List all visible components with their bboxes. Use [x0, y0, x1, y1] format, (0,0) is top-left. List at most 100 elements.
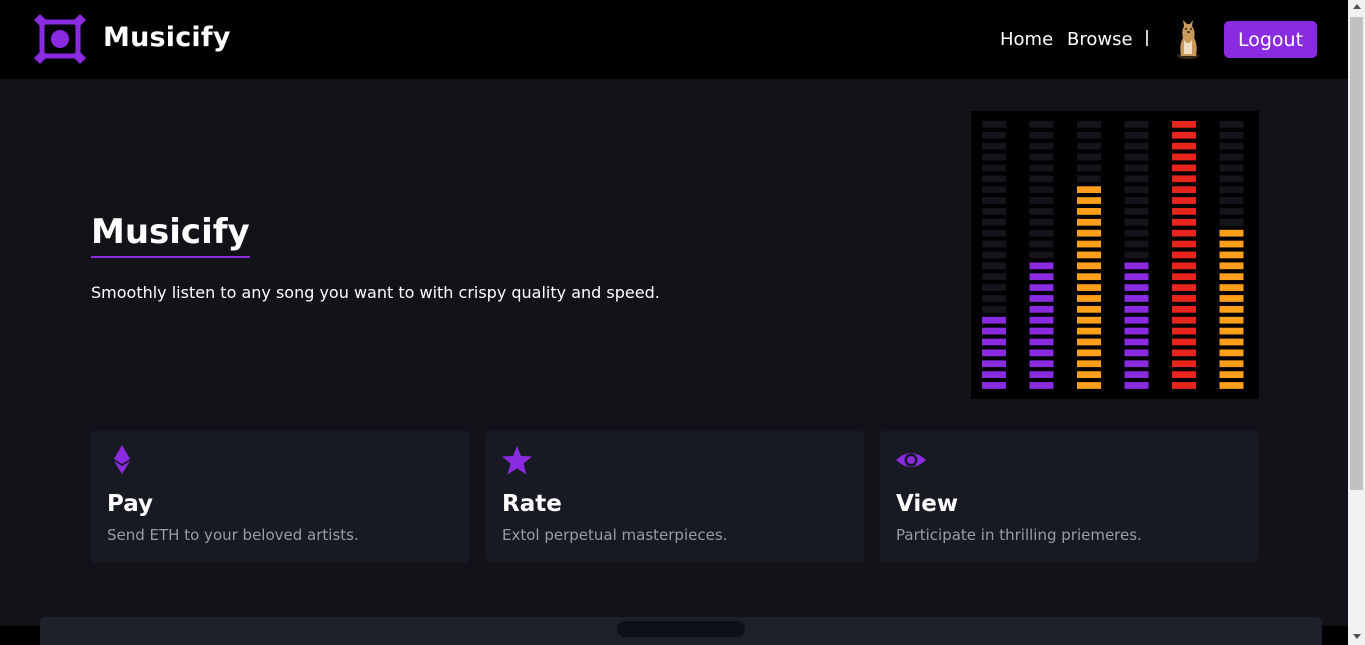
equalizer-segment: [1172, 316, 1196, 324]
equalizer-segment: [1029, 316, 1054, 324]
equalizer-segment: [982, 164, 1006, 172]
equalizer-segment: [1124, 240, 1149, 248]
equalizer-segment: [1124, 371, 1149, 378]
equalizer-segment: [1124, 164, 1149, 172]
feature-description: Participate in thrilling priemeres.: [896, 526, 1142, 544]
equalizer-segment: [1219, 327, 1244, 335]
equalizer-bar: [1029, 121, 1054, 389]
equalizer-segment: [1029, 131, 1054, 139]
feature-card-view: View Participate in thrilling priemeres.: [880, 431, 1258, 562]
equalizer-segment: [1077, 121, 1101, 128]
equalizer-segment: [982, 284, 1006, 291]
equalizer-segment: [1219, 273, 1244, 281]
equalizer-segment: [1172, 295, 1196, 302]
equalizer-segment: [982, 371, 1006, 378]
equalizer-segment: [1077, 360, 1101, 368]
equalizer-segment: [1219, 121, 1244, 128]
feature-description: Extol perpetual masterpieces.: [502, 526, 728, 544]
scroll-down-arrow-icon[interactable]: [1353, 634, 1361, 639]
equalizer-segment: [1077, 186, 1101, 194]
equalizer-segment: [1124, 131, 1149, 139]
equalizer-segment: [1172, 208, 1196, 215]
equalizer-segment: [1029, 175, 1054, 183]
equalizer-segment: [1124, 338, 1149, 346]
equalizer-segment: [1219, 305, 1244, 313]
equalizer-segment: [982, 338, 1006, 346]
equalizer-segment: [1219, 197, 1244, 204]
equalizer-segment: [982, 316, 1006, 324]
equalizer-segment: [1172, 273, 1196, 281]
equalizer-segment: [1219, 186, 1244, 194]
brand-name[interactable]: Musicify: [103, 22, 231, 53]
equalizer-segment: [1124, 273, 1149, 281]
equalizer-segment: [1124, 316, 1149, 324]
equalizer-segment: [982, 186, 1006, 194]
nav-browse-link[interactable]: Browse: [1067, 29, 1133, 50]
feature-card-pay: Pay Send ETH to your beloved artists.: [91, 431, 469, 562]
feature-title: Rate: [502, 491, 562, 517]
equalizer-segment: [1124, 229, 1149, 237]
equalizer-segment: [982, 153, 1006, 161]
equalizer-segment: [1077, 338, 1101, 346]
nav-home-link[interactable]: Home: [1000, 29, 1053, 50]
equalizer-segment: [982, 327, 1006, 335]
equalizer-segment: [1077, 240, 1101, 248]
equalizer-segment: [1029, 186, 1054, 194]
equalizer-segment: [1172, 338, 1196, 346]
equalizer-segment: [1077, 295, 1101, 302]
equalizer-segment: [1172, 164, 1196, 172]
equalizer-segment: [1219, 251, 1244, 259]
star-icon: [502, 446, 532, 475]
equalizer-segment: [1124, 175, 1149, 183]
equalizer-segment: [1029, 262, 1054, 270]
equalizer-segment: [1219, 338, 1244, 346]
vertical-scrollbar[interactable]: [1348, 0, 1365, 645]
equalizer-segment: [1172, 197, 1196, 204]
equalizer-segment: [1029, 197, 1054, 204]
equalizer-segment: [1029, 349, 1054, 357]
equalizer-segment: [1077, 262, 1101, 270]
equalizer-segment: [982, 360, 1006, 368]
bottom-player-bar[interactable]: [40, 617, 1322, 645]
equalizer-segment: [1124, 349, 1149, 357]
equalizer-segment: [1124, 153, 1149, 161]
equalizer-segment: [1124, 262, 1149, 270]
bottom-edge: [0, 626, 40, 645]
equalizer-segment: [1172, 175, 1196, 183]
ethereum-icon: [114, 445, 130, 474]
equalizer-segment: [1124, 295, 1149, 302]
equalizer-segment: [1124, 382, 1149, 389]
equalizer-segment: [1077, 327, 1101, 335]
equalizer-segment: [1219, 382, 1244, 389]
equalizer-segment: [982, 131, 1006, 139]
equalizer-segment: [1077, 208, 1101, 215]
equalizer-segment: [982, 349, 1006, 357]
equalizer-segment: [1077, 349, 1101, 357]
equalizer-segment: [1029, 121, 1054, 128]
equalizer-segment: [1077, 175, 1101, 183]
equalizer-segment: [1172, 262, 1196, 270]
equalizer-segment: [1172, 371, 1196, 378]
equalizer-segment: [1124, 284, 1149, 291]
bottom-bar-handle[interactable]: [617, 621, 745, 637]
user-avatar[interactable]: [1172, 16, 1204, 60]
equalizer-segment: [1219, 175, 1244, 183]
equalizer-graphic: [971, 111, 1259, 399]
equalizer-segment: [1219, 349, 1244, 357]
equalizer-segment: [982, 175, 1006, 183]
scrollbar-thumb[interactable]: [1350, 17, 1363, 490]
equalizer-segment: [982, 240, 1006, 248]
equalizer-segment: [1172, 240, 1196, 248]
equalizer-segment: [1219, 153, 1244, 161]
equalizer-segment: [1172, 153, 1196, 161]
app-logo-icon[interactable]: [32, 12, 88, 66]
logout-button[interactable]: Logout: [1224, 21, 1317, 58]
equalizer-segment: [1219, 360, 1244, 368]
equalizer-segment: [1124, 142, 1149, 150]
equalizer-bar: [982, 121, 1006, 389]
eye-icon: [896, 453, 926, 467]
equalizer-bar: [1077, 121, 1101, 389]
equalizer-bar: [1219, 121, 1244, 389]
equalizer-segment: [1124, 218, 1149, 226]
scroll-up-arrow-icon[interactable]: [1353, 4, 1361, 9]
